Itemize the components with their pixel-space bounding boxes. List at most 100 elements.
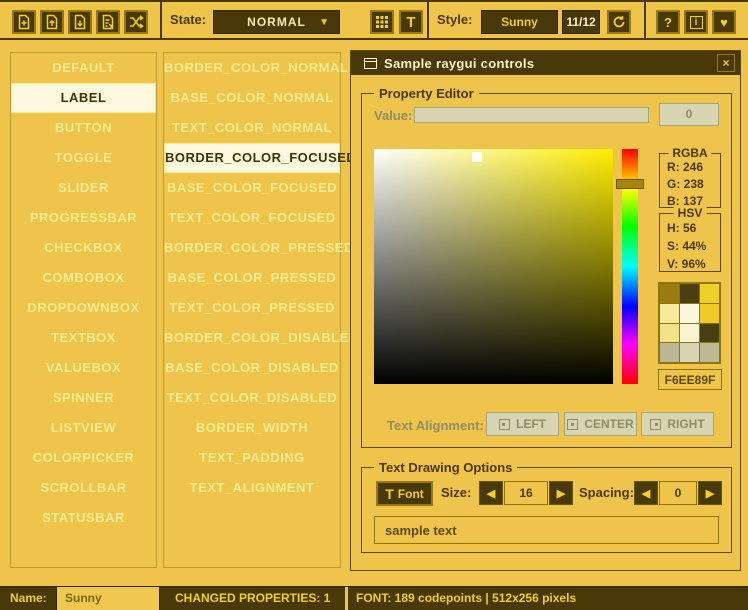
hue-bar[interactable] bbox=[622, 149, 638, 384]
size-decrease-button[interactable]: ◀ bbox=[479, 481, 503, 505]
control-item-statusbar[interactable]: STATUSBAR bbox=[11, 503, 156, 533]
property-item-text_color_pressed[interactable]: TEXT_COLOR_PRESSED bbox=[164, 293, 340, 323]
property-item-border_width[interactable]: BORDER_WIDTH bbox=[164, 413, 340, 443]
property-item-border_color_pressed[interactable]: BORDER_COLOR_PRESSED bbox=[164, 233, 340, 263]
align-center-button[interactable]: CENTER bbox=[564, 412, 637, 436]
color-picker-panel[interactable] bbox=[374, 149, 613, 384]
property-editor-title: Property Editor bbox=[374, 86, 479, 101]
palette-color-swatch[interactable] bbox=[700, 284, 719, 303]
hsv-v-value: V: 96% bbox=[660, 257, 720, 271]
size-valuebox[interactable]: 16 bbox=[504, 481, 548, 505]
control-item-dropdownbox[interactable]: DROPDOWNBOX bbox=[11, 293, 156, 323]
rgba-r-value: R: 246 bbox=[660, 160, 720, 174]
control-item-slider[interactable]: SLIDER bbox=[11, 173, 156, 203]
control-item-label[interactable]: LABEL bbox=[11, 83, 156, 113]
font-button-label: Font bbox=[398, 487, 424, 501]
color-picker-cursor[interactable] bbox=[472, 152, 482, 162]
sponsor-button[interactable]: ♥ bbox=[712, 10, 736, 34]
property-item-base_color_focused[interactable]: BASE_COLOR_FOCUSED bbox=[164, 173, 340, 203]
align-left-button[interactable]: LEFT bbox=[486, 412, 559, 436]
value-valuebox[interactable]: 0 bbox=[659, 103, 719, 126]
palette-color-swatch[interactable] bbox=[660, 343, 679, 362]
chevron-down-icon: ▼ bbox=[319, 17, 329, 28]
control-item-checkbox[interactable]: CHECKBOX bbox=[11, 233, 156, 263]
state-dropdown[interactable]: NORMAL ▼ bbox=[213, 10, 340, 34]
about-button[interactable]: i bbox=[684, 10, 708, 34]
property-item-text_alignment[interactable]: TEXT_ALIGNMENT bbox=[164, 473, 340, 503]
control-item-spinner[interactable]: SPINNER bbox=[11, 383, 156, 413]
export-file-button[interactable] bbox=[96, 10, 120, 34]
palette-color-swatch[interactable] bbox=[700, 304, 719, 323]
property-item-base_color_pressed[interactable]: BASE_COLOR_PRESSED bbox=[164, 263, 340, 293]
window-title: Sample raygui controls bbox=[384, 56, 534, 71]
palette-color-swatch[interactable] bbox=[660, 324, 679, 343]
palette-color-swatch[interactable] bbox=[680, 343, 699, 362]
reload-style-button[interactable] bbox=[607, 10, 631, 34]
palette-color-swatch[interactable] bbox=[660, 304, 679, 323]
property-item-base_color_disabled[interactable]: BASE_COLOR_DISABLED bbox=[164, 353, 340, 383]
property-item-text_color_disabled[interactable]: TEXT_COLOR_DISABLED bbox=[164, 383, 340, 413]
toolbar-separator bbox=[160, 2, 162, 38]
palette-color-swatch[interactable] bbox=[680, 324, 699, 343]
size-increase-button[interactable]: ▶ bbox=[549, 481, 573, 505]
property-item-border_color_focused[interactable]: BORDER_COLOR_FOCUSED bbox=[164, 143, 340, 173]
align-right-icon bbox=[650, 419, 661, 430]
help-button[interactable]: ? bbox=[656, 10, 680, 34]
palette-color-swatch[interactable] bbox=[680, 284, 699, 303]
state-dropdown-value: NORMAL bbox=[247, 15, 306, 29]
control-item-button[interactable]: BUTTON bbox=[11, 113, 156, 143]
style-name-textbox[interactable]: Sunny bbox=[56, 587, 160, 610]
control-item-textbox[interactable]: TEXTBOX bbox=[11, 323, 156, 353]
window-titlebar[interactable]: Sample raygui controls × bbox=[351, 51, 740, 75]
align-right-button[interactable]: RIGHT bbox=[641, 412, 714, 436]
control-item-combobox[interactable]: COMBOBOX bbox=[11, 263, 156, 293]
style-label: Style: bbox=[437, 2, 472, 38]
property-item-text_padding[interactable]: TEXT_PADDING bbox=[164, 443, 340, 473]
chevron-left-icon: ◀ bbox=[487, 487, 495, 500]
align-button-label: RIGHT bbox=[667, 417, 704, 431]
spacing-label: Spacing: bbox=[579, 481, 634, 505]
grid-icon bbox=[375, 15, 389, 29]
align-center-icon bbox=[567, 419, 578, 430]
property-item-text_color_normal[interactable]: TEXT_COLOR_NORMAL bbox=[164, 113, 340, 143]
toggle-table-view-button[interactable] bbox=[370, 10, 394, 34]
new-file-button[interactable] bbox=[12, 10, 36, 34]
palette-color-swatch[interactable] bbox=[680, 304, 699, 323]
save-file-button[interactable] bbox=[68, 10, 92, 34]
hsv-s-value: S: 44% bbox=[660, 239, 720, 253]
spacing-decrease-button[interactable]: ◀ bbox=[634, 481, 658, 505]
hsv-groupbox: HSV H: 56 S: 44% V: 96% bbox=[659, 213, 721, 272]
controls-listview: DEFAULTLABELBUTTONTOGGLESLIDERPROGRESSBA… bbox=[10, 52, 157, 568]
font-settings-button[interactable]: T bbox=[399, 10, 423, 34]
style-name-button[interactable]: Sunny bbox=[481, 10, 558, 34]
toolbar-separator bbox=[427, 2, 429, 38]
sample-text-textbox[interactable]: sample text bbox=[374, 516, 719, 544]
palette-color-swatch[interactable] bbox=[660, 284, 679, 303]
open-file-button[interactable] bbox=[40, 10, 64, 34]
value-slider[interactable] bbox=[414, 107, 649, 123]
control-item-toggle[interactable]: TOGGLE bbox=[11, 143, 156, 173]
property-item-text_color_focused[interactable]: TEXT_COLOR_FOCUSED bbox=[164, 203, 340, 233]
property-item-base_color_normal[interactable]: BASE_COLOR_NORMAL bbox=[164, 83, 340, 113]
palette-color-swatch[interactable] bbox=[700, 343, 719, 362]
load-font-button[interactable]: T Font bbox=[376, 481, 433, 506]
control-item-scrollbar[interactable]: SCROLLBAR bbox=[11, 473, 156, 503]
chevron-right-icon: ▶ bbox=[557, 487, 565, 500]
hsv-h-value: H: 56 bbox=[660, 221, 720, 235]
spacing-valuebox[interactable]: 0 bbox=[659, 481, 697, 505]
control-item-progressbar[interactable]: PROGRESSBAR bbox=[11, 203, 156, 233]
value-label: Value: bbox=[374, 108, 412, 123]
rgba-g-value: G: 238 bbox=[660, 177, 720, 191]
control-item-default[interactable]: DEFAULT bbox=[11, 53, 156, 83]
palette-color-swatch[interactable] bbox=[700, 324, 719, 343]
randomize-style-button[interactable] bbox=[124, 10, 148, 34]
control-item-valuebox[interactable]: VALUEBOX bbox=[11, 353, 156, 383]
property-item-border_color_normal[interactable]: BORDER_COLOR_NORMAL bbox=[164, 53, 340, 83]
property-item-border_color_disabled[interactable]: BORDER_COLOR_DISABLED bbox=[164, 323, 340, 353]
spacing-increase-button[interactable]: ▶ bbox=[698, 481, 722, 505]
control-item-colorpicker[interactable]: COLORPICKER bbox=[11, 443, 156, 473]
control-item-listview[interactable]: LISTVIEW bbox=[11, 413, 156, 443]
hue-slider-handle[interactable] bbox=[616, 179, 644, 189]
hex-color-textbox[interactable]: F6EE89F bbox=[658, 369, 722, 390]
close-icon[interactable]: × bbox=[717, 54, 735, 72]
